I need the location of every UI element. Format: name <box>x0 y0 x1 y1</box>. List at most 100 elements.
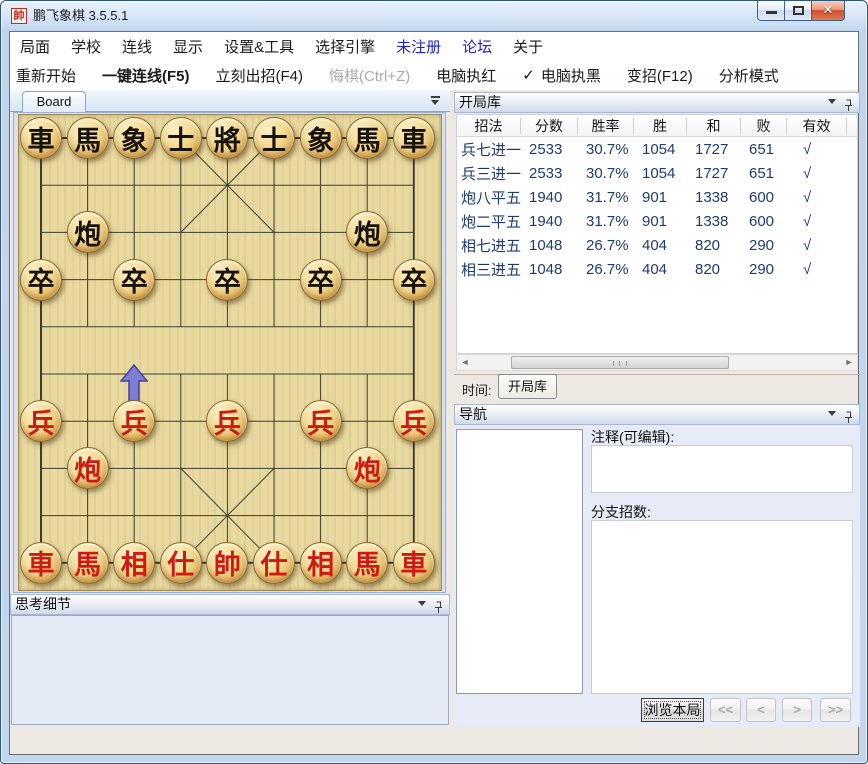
move-list[interactable] <box>456 429 583 694</box>
board-piece[interactable]: 象 <box>300 117 342 159</box>
xiangqi-board[interactable]: 車馬象士將士象馬車炮炮卒卒卒卒卒兵兵兵兵兵炮炮車馬相仕帥仕相馬車 <box>18 114 442 591</box>
browse-game-button[interactable]: 浏览本局 <box>641 698 704 722</box>
table-cell: 901 <box>634 213 687 230</box>
board-panel: 車馬象士將士象馬車炮炮卒卒卒卒卒兵兵兵兵兵炮炮車馬相仕帥仕相馬車 <box>13 112 446 593</box>
board-piece[interactable]: 卒 <box>393 259 435 301</box>
table-cell: 1940 <box>521 213 578 230</box>
board-piece[interactable]: 相 <box>113 542 155 584</box>
title-bar[interactable]: 帥 鹏飞象棋 3.5.5.1 ✕ <box>1 1 867 31</box>
board-piece[interactable]: 仕 <box>160 542 202 584</box>
scroll-left-icon[interactable]: ◄ <box>457 355 473 370</box>
tab-active[interactable]: 开局库 <box>498 374 557 399</box>
board-piece[interactable]: 帥 <box>206 542 248 584</box>
toolbar-button[interactable]: 一键连线(F5) <box>102 65 190 86</box>
menu-item[interactable]: 论坛 <box>462 36 492 57</box>
table-row[interactable]: 炮八平五194031.7%9011338600√ <box>457 185 857 209</box>
board-piece[interactable]: 相 <box>300 542 342 584</box>
table-row[interactable]: 相七进五104826.7%404820290√ <box>457 233 857 257</box>
table-cell: 30.7% <box>578 165 634 182</box>
board-piece[interactable]: 車 <box>20 117 62 159</box>
menu-item[interactable]: 学校 <box>71 36 101 57</box>
board-piece[interactable]: 卒 <box>300 259 342 301</box>
table-cell: 404 <box>634 261 687 278</box>
board-piece[interactable]: 兵 <box>393 400 435 442</box>
board-piece[interactable]: 車 <box>393 542 435 584</box>
table-cell: √ <box>787 213 847 230</box>
table-cell: √ <box>787 141 847 158</box>
board-piece[interactable]: 馬 <box>67 542 109 584</box>
toolbar-button-label: 悔棋(Ctrl+Z) <box>329 65 410 86</box>
tab-board[interactable]: Board <box>22 91 86 112</box>
comment-input[interactable] <box>591 445 853 493</box>
column-header[interactable]: 败 <box>741 118 787 134</box>
table-cell: 1338 <box>687 213 741 230</box>
table-cell: 31.7% <box>578 189 634 206</box>
close-button[interactable]: ✕ <box>811 1 845 21</box>
branch-moves-box[interactable] <box>591 520 853 694</box>
board-piece[interactable]: 車 <box>20 542 62 584</box>
menu-item[interactable]: 关于 <box>513 36 543 57</box>
column-header[interactable]: 胜率 <box>578 118 634 134</box>
app-icon: 帥 <box>11 8 27 24</box>
column-header[interactable]: 分数 <box>521 118 578 134</box>
menu-item[interactable]: 显示 <box>173 36 203 57</box>
column-header[interactable]: 有效 <box>787 118 847 134</box>
scrollbar-thumb[interactable] <box>511 356 729 369</box>
toolbar-button[interactable]: 变招(F12) <box>627 65 693 86</box>
window-controls: ✕ <box>758 1 845 21</box>
table-cell: 相三进五 <box>457 259 521 280</box>
menu-item[interactable]: 设置&工具 <box>224 36 294 57</box>
toolbar-button[interactable]: 分析模式 <box>719 65 779 86</box>
board-piece[interactable]: 馬 <box>67 117 109 159</box>
board-piece[interactable]: 炮 <box>67 447 109 489</box>
collapse-icon[interactable] <box>828 411 836 416</box>
table-row[interactable]: 相三进五104826.7%404820290√ <box>457 257 857 281</box>
toolbar-button[interactable]: ✓电脑执黑 <box>522 65 601 86</box>
toolbar-button-label: 变招(F12) <box>627 65 693 86</box>
menu-item[interactable]: 未注册 <box>396 36 441 57</box>
menu-item[interactable]: 局面 <box>20 36 50 57</box>
column-header[interactable]: 招法 <box>457 118 521 134</box>
collapse-icon[interactable] <box>418 601 426 606</box>
panel-menu-icon[interactable] <box>431 96 440 105</box>
opening-library-title: 开局库 <box>459 94 501 110</box>
horizontal-scrollbar[interactable]: ◄ ► <box>456 354 858 371</box>
board-piece[interactable]: 卒 <box>20 259 62 301</box>
board-piece[interactable]: 卒 <box>113 259 155 301</box>
table-cell: 651 <box>741 141 787 158</box>
toolbar-button-label: 电脑执红 <box>436 65 496 86</box>
board-piece[interactable]: 車 <box>393 117 435 159</box>
board-piece[interactable]: 仕 <box>253 542 295 584</box>
pin-icon[interactable] <box>434 601 443 614</box>
maximize-button[interactable] <box>784 1 812 21</box>
tab-inactive[interactable]: 时间: <box>462 380 492 399</box>
toolbar-button[interactable]: 立刻出招(F4) <box>216 65 304 86</box>
pin-icon[interactable] <box>844 411 853 424</box>
column-header[interactable]: 和 <box>687 118 741 134</box>
board-piece[interactable]: 士 <box>253 117 295 159</box>
table-row[interactable]: 兵七进一253330.7%10541727651√ <box>457 137 857 161</box>
window-title: 鹏飞象棋 3.5.5.1 <box>33 1 128 31</box>
pin-icon[interactable] <box>844 99 853 112</box>
menu-item[interactable]: 连线 <box>122 36 152 57</box>
table-row[interactable]: 兵三进一253330.7%10541727651√ <box>457 161 857 185</box>
board-piece[interactable]: 卒 <box>206 259 248 301</box>
board-piece[interactable]: 象 <box>113 117 155 159</box>
thinking-details-content[interactable] <box>11 615 449 725</box>
column-header[interactable]: 胜 <box>634 118 687 134</box>
collapse-icon[interactable] <box>828 99 836 104</box>
board-piece[interactable]: 馬 <box>346 117 388 159</box>
menu-item[interactable]: 选择引擎 <box>315 36 375 57</box>
board-piece[interactable]: 炮 <box>67 211 109 253</box>
board-piece[interactable]: 兵 <box>300 400 342 442</box>
board-piece[interactable]: 兵 <box>20 400 62 442</box>
toolbar-button[interactable]: 电脑执红 <box>436 65 496 86</box>
board-grid <box>19 115 443 592</box>
scroll-right-icon[interactable]: ► <box>841 355 857 370</box>
board-piece[interactable]: 士 <box>160 117 202 159</box>
toolbar-button[interactable]: 重新开始 <box>16 65 76 86</box>
table-row[interactable]: 炮二平五194031.7%9011338600√ <box>457 209 857 233</box>
board-piece[interactable]: 馬 <box>346 542 388 584</box>
nav-step-button: < <box>746 698 776 722</box>
minimize-button[interactable] <box>757 1 785 21</box>
